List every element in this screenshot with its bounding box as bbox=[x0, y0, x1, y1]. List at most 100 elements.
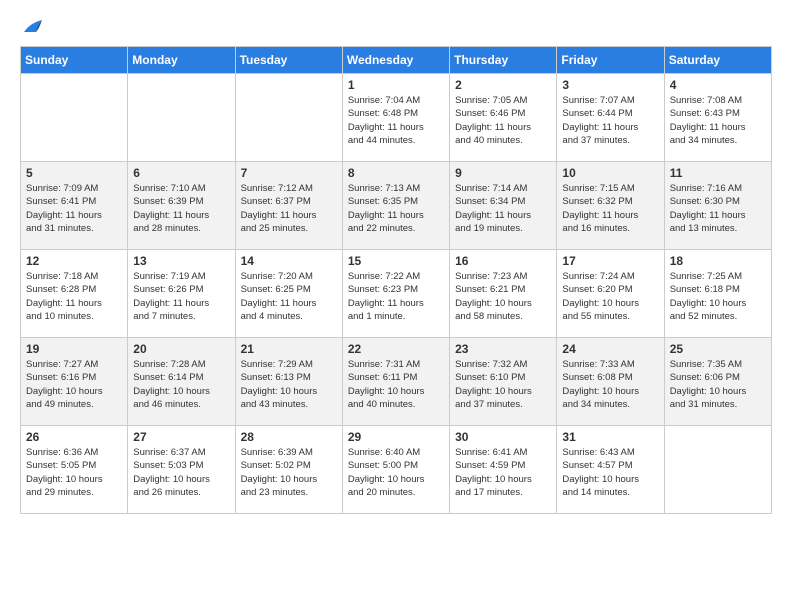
day-info: Sunrise: 7:25 AM Sunset: 6:18 PM Dayligh… bbox=[670, 271, 747, 322]
day-number: 4 bbox=[670, 78, 766, 92]
day-number: 26 bbox=[26, 430, 122, 444]
day-info: Sunrise: 7:10 AM Sunset: 6:39 PM Dayligh… bbox=[133, 183, 209, 234]
day-cell: 2 Sunrise: 7:05 AM Sunset: 6:46 PM Daylig… bbox=[450, 74, 557, 162]
day-number: 8 bbox=[348, 166, 444, 180]
calendar-page: SundayMondayTuesdayWednesdayThursdayFrid… bbox=[0, 0, 792, 532]
day-number: 2 bbox=[455, 78, 551, 92]
day-cell: 17 Sunrise: 7:24 AM Sunset: 6:20 PM Dayli… bbox=[557, 250, 664, 338]
day-number: 9 bbox=[455, 166, 551, 180]
day-cell: 8 Sunrise: 7:13 AM Sunset: 6:35 PM Daylig… bbox=[342, 162, 449, 250]
day-number: 16 bbox=[455, 254, 551, 268]
day-info: Sunrise: 7:07 AM Sunset: 6:44 PM Dayligh… bbox=[562, 95, 638, 146]
day-number: 17 bbox=[562, 254, 658, 268]
day-info: Sunrise: 7:08 AM Sunset: 6:43 PM Dayligh… bbox=[670, 95, 746, 146]
day-info: Sunrise: 7:04 AM Sunset: 6:48 PM Dayligh… bbox=[348, 95, 424, 146]
day-cell: 13 Sunrise: 7:19 AM Sunset: 6:26 PM Dayli… bbox=[128, 250, 235, 338]
day-info: Sunrise: 7:15 AM Sunset: 6:32 PM Dayligh… bbox=[562, 183, 638, 234]
weekday-header-tuesday: Tuesday bbox=[235, 47, 342, 74]
day-cell: 7 Sunrise: 7:12 AM Sunset: 6:37 PM Daylig… bbox=[235, 162, 342, 250]
day-number: 10 bbox=[562, 166, 658, 180]
day-info: Sunrise: 7:29 AM Sunset: 6:13 PM Dayligh… bbox=[241, 359, 318, 410]
day-info: Sunrise: 7:18 AM Sunset: 6:28 PM Dayligh… bbox=[26, 271, 102, 322]
day-cell: 1 Sunrise: 7:04 AM Sunset: 6:48 PM Daylig… bbox=[342, 74, 449, 162]
day-number: 25 bbox=[670, 342, 766, 356]
week-row-5: 26 Sunrise: 6:36 AM Sunset: 5:05 PM Dayli… bbox=[21, 426, 772, 514]
logo bbox=[20, 18, 44, 36]
day-cell: 26 Sunrise: 6:36 AM Sunset: 5:05 PM Dayli… bbox=[21, 426, 128, 514]
day-number: 27 bbox=[133, 430, 229, 444]
week-row-1: 1 Sunrise: 7:04 AM Sunset: 6:48 PM Daylig… bbox=[21, 74, 772, 162]
day-cell: 30 Sunrise: 6:41 AM Sunset: 4:59 PM Dayli… bbox=[450, 426, 557, 514]
day-cell: 9Sunrise: 7:14 AM Sunset: 6:34 PM Daylig… bbox=[450, 162, 557, 250]
header bbox=[20, 18, 772, 36]
day-number: 28 bbox=[241, 430, 337, 444]
day-number: 15 bbox=[348, 254, 444, 268]
day-info: Sunrise: 7:24 AM Sunset: 6:20 PM Dayligh… bbox=[562, 271, 639, 322]
day-number: 18 bbox=[670, 254, 766, 268]
weekday-header-wednesday: Wednesday bbox=[342, 47, 449, 74]
day-info: Sunrise: 7:20 AM Sunset: 6:25 PM Dayligh… bbox=[241, 271, 317, 322]
day-number: 20 bbox=[133, 342, 229, 356]
day-cell: 31 Sunrise: 6:43 AM Sunset: 4:57 PM Dayli… bbox=[557, 426, 664, 514]
day-number: 30 bbox=[455, 430, 551, 444]
day-info: Sunrise: 7:28 AM Sunset: 6:14 PM Dayligh… bbox=[133, 359, 210, 410]
day-number: 7 bbox=[241, 166, 337, 180]
day-cell: 19 Sunrise: 7:27 AM Sunset: 6:16 PM Dayli… bbox=[21, 338, 128, 426]
day-cell: 18 Sunrise: 7:25 AM Sunset: 6:18 PM Dayli… bbox=[664, 250, 771, 338]
weekday-header-row: SundayMondayTuesdayWednesdayThursdayFrid… bbox=[21, 47, 772, 74]
day-number: 19 bbox=[26, 342, 122, 356]
day-cell bbox=[235, 74, 342, 162]
day-info: Sunrise: 6:43 AM Sunset: 4:57 PM Dayligh… bbox=[562, 447, 639, 498]
weekday-header-thursday: Thursday bbox=[450, 47, 557, 74]
day-cell: 20 Sunrise: 7:28 AM Sunset: 6:14 PM Dayli… bbox=[128, 338, 235, 426]
day-info: Sunrise: 7:16 AM Sunset: 6:30 PM Dayligh… bbox=[670, 183, 746, 234]
day-cell: 3 Sunrise: 7:07 AM Sunset: 6:44 PM Daylig… bbox=[557, 74, 664, 162]
weekday-header-friday: Friday bbox=[557, 47, 664, 74]
day-number: 1 bbox=[348, 78, 444, 92]
day-info: Sunrise: 6:37 AM Sunset: 5:03 PM Dayligh… bbox=[133, 447, 210, 498]
weekday-header-saturday: Saturday bbox=[664, 47, 771, 74]
day-cell bbox=[128, 74, 235, 162]
day-info: Sunrise: 7:19 AM Sunset: 6:26 PM Dayligh… bbox=[133, 271, 209, 322]
day-info: Sunrise: 7:27 AM Sunset: 6:16 PM Dayligh… bbox=[26, 359, 103, 410]
day-cell: 21 Sunrise: 7:29 AM Sunset: 6:13 PM Dayli… bbox=[235, 338, 342, 426]
week-row-3: 12Sunrise: 7:18 AM Sunset: 6:28 PM Dayli… bbox=[21, 250, 772, 338]
day-info: Sunrise: 7:23 AM Sunset: 6:21 PM Dayligh… bbox=[455, 271, 532, 322]
week-row-2: 5 Sunrise: 7:09 AM Sunset: 6:41 PM Daylig… bbox=[21, 162, 772, 250]
day-info: Sunrise: 7:09 AM Sunset: 6:41 PM Dayligh… bbox=[26, 183, 102, 234]
day-cell: 29Sunrise: 6:40 AM Sunset: 5:00 PM Dayli… bbox=[342, 426, 449, 514]
day-cell: 25 Sunrise: 7:35 AM Sunset: 6:06 PM Dayli… bbox=[664, 338, 771, 426]
day-cell: 16 Sunrise: 7:23 AM Sunset: 6:21 PM Dayli… bbox=[450, 250, 557, 338]
day-number: 5 bbox=[26, 166, 122, 180]
day-number: 23 bbox=[455, 342, 551, 356]
day-info: Sunrise: 6:41 AM Sunset: 4:59 PM Dayligh… bbox=[455, 447, 532, 498]
day-cell: 27 Sunrise: 6:37 AM Sunset: 5:03 PM Dayli… bbox=[128, 426, 235, 514]
day-cell: 6 Sunrise: 7:10 AM Sunset: 6:39 PM Daylig… bbox=[128, 162, 235, 250]
day-info: Sunrise: 7:05 AM Sunset: 6:46 PM Dayligh… bbox=[455, 95, 531, 146]
day-number: 21 bbox=[241, 342, 337, 356]
day-number: 31 bbox=[562, 430, 658, 444]
day-cell: 22 Sunrise: 7:31 AM Sunset: 6:11 PM Dayli… bbox=[342, 338, 449, 426]
day-number: 6 bbox=[133, 166, 229, 180]
day-number: 3 bbox=[562, 78, 658, 92]
day-number: 22 bbox=[348, 342, 444, 356]
day-info: Sunrise: 7:31 AM Sunset: 6:11 PM Dayligh… bbox=[348, 359, 425, 410]
day-cell: 24Sunrise: 7:33 AM Sunset: 6:08 PM Dayli… bbox=[557, 338, 664, 426]
day-info: Sunrise: 7:13 AM Sunset: 6:35 PM Dayligh… bbox=[348, 183, 424, 234]
day-info: Sunrise: 6:36 AM Sunset: 5:05 PM Dayligh… bbox=[26, 447, 103, 498]
day-cell: 5 Sunrise: 7:09 AM Sunset: 6:41 PM Daylig… bbox=[21, 162, 128, 250]
day-cell: 14Sunrise: 7:20 AM Sunset: 6:25 PM Dayli… bbox=[235, 250, 342, 338]
day-info: Sunrise: 6:39 AM Sunset: 5:02 PM Dayligh… bbox=[241, 447, 318, 498]
day-cell: 28 Sunrise: 6:39 AM Sunset: 5:02 PM Dayli… bbox=[235, 426, 342, 514]
day-info: Sunrise: 7:32 AM Sunset: 6:10 PM Dayligh… bbox=[455, 359, 532, 410]
day-number: 13 bbox=[133, 254, 229, 268]
day-number: 29 bbox=[348, 430, 444, 444]
day-cell: 4 Sunrise: 7:08 AM Sunset: 6:43 PM Daylig… bbox=[664, 74, 771, 162]
day-cell: 23 Sunrise: 7:32 AM Sunset: 6:10 PM Dayli… bbox=[450, 338, 557, 426]
day-cell: 11Sunrise: 7:16 AM Sunset: 6:30 PM Dayli… bbox=[664, 162, 771, 250]
week-row-4: 19 Sunrise: 7:27 AM Sunset: 6:16 PM Dayli… bbox=[21, 338, 772, 426]
calendar-table: SundayMondayTuesdayWednesdayThursdayFrid… bbox=[20, 46, 772, 514]
day-info: Sunrise: 7:35 AM Sunset: 6:06 PM Dayligh… bbox=[670, 359, 747, 410]
day-info: Sunrise: 7:12 AM Sunset: 6:37 PM Dayligh… bbox=[241, 183, 317, 234]
day-info: Sunrise: 7:22 AM Sunset: 6:23 PM Dayligh… bbox=[348, 271, 424, 322]
